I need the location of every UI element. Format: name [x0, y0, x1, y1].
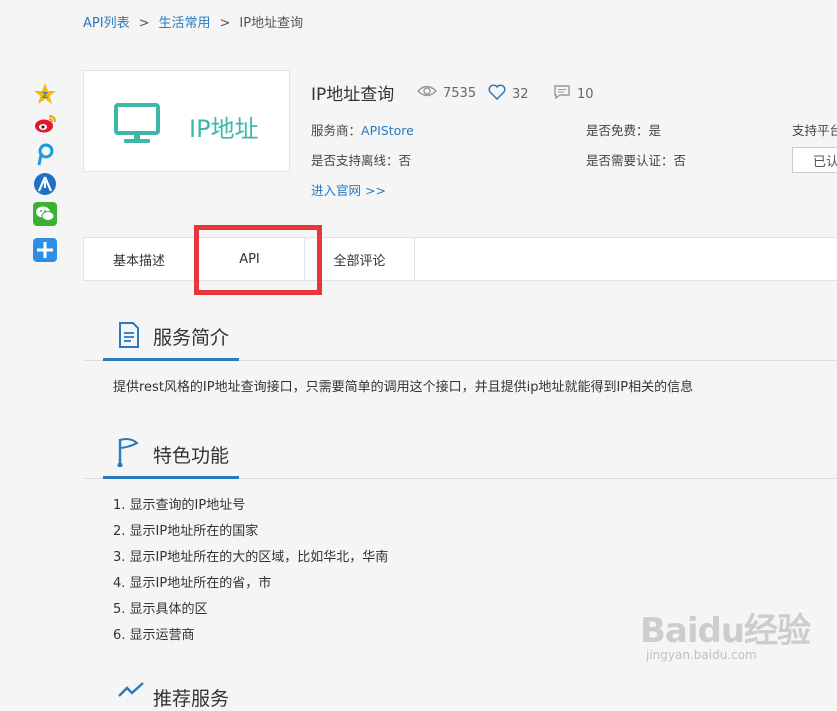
views-count: 7535	[443, 85, 477, 101]
watermark-main: Baidu经验	[640, 611, 811, 651]
baidu-watermark: Baidu经验 jingyan.baidu.com	[640, 603, 811, 662]
qzone-icon[interactable]: Z	[33, 82, 57, 106]
authorized-button[interactable]: 已认	[792, 147, 837, 173]
section-title-features: 特色功能	[153, 445, 230, 467]
intro-description: 提供rest风格的IP地址查询接口，只需要简单的调用这个接口，并且提供ip地址就…	[113, 380, 694, 395]
official-site-link[interactable]: 进入官网 >>	[311, 180, 386, 199]
likes-stat[interactable]: 32	[488, 84, 529, 104]
wechat-icon[interactable]	[33, 202, 57, 226]
free-info: 是否免费：是	[586, 120, 661, 139]
offline-value: 否	[398, 153, 412, 168]
provider-label: 服务商：	[311, 123, 362, 138]
comment-icon[interactable]	[553, 84, 571, 104]
highlight-annotation	[194, 225, 322, 295]
flag-icon	[117, 437, 143, 471]
feature-item: 4. 显示IP地址所在的省，市	[113, 576, 272, 591]
auth-label: 是否需要认证：	[586, 153, 674, 168]
weibo-icon[interactable]	[33, 112, 57, 136]
renren-icon[interactable]	[33, 172, 57, 196]
free-label: 是否免费：	[586, 123, 649, 138]
monitor-icon	[114, 103, 160, 149]
provider-info: 服务商：APIStore	[311, 120, 414, 139]
breadcrumb-api-list[interactable]: API列表	[83, 16, 130, 31]
auth-info: 是否需要认证：否	[586, 150, 686, 169]
breadcrumb-life[interactable]: 生活常用	[158, 16, 210, 31]
api-title: IP地址查询	[311, 85, 395, 105]
api-logo: IP地址	[83, 70, 290, 172]
comments-count: 10	[577, 86, 594, 102]
auth-value: 否	[673, 153, 687, 168]
feature-item: 6. 显示运营商	[113, 628, 195, 643]
document-icon	[117, 322, 141, 352]
section-underline	[103, 476, 239, 479]
heart-icon[interactable]	[488, 84, 506, 104]
breadcrumb: API列表 > 生活常用 > IP地址查询	[83, 12, 303, 31]
pengyou-icon[interactable]	[33, 142, 57, 166]
eye-icon	[417, 84, 437, 102]
offline-label: 是否支持离线：	[311, 153, 399, 168]
section-title-intro: 服务简介	[153, 327, 230, 349]
section-title-recommend: 推荐服务	[153, 688, 230, 710]
trend-icon	[117, 682, 145, 702]
breadcrumb-current: IP地址查询	[239, 16, 304, 31]
feature-item: 3. 显示IP地址所在的大的区域，比如华北，华南	[113, 550, 389, 565]
section-underline	[103, 358, 239, 361]
feature-item: 5. 显示具体的区	[113, 602, 208, 617]
breadcrumb-separator: >	[138, 16, 150, 31]
feature-item: 2. 显示IP地址所在的国家	[113, 524, 259, 539]
logo-text: IP地址	[189, 115, 259, 143]
platform-label: 支持平台	[792, 123, 837, 138]
free-value: 是	[648, 123, 662, 138]
tab-basic-description[interactable]: 基本描述	[84, 238, 195, 280]
svg-text:Z: Z	[42, 91, 48, 100]
provider-link[interactable]: APIStore	[361, 123, 414, 138]
comments-stat[interactable]: 10	[553, 84, 594, 104]
views-stat: 7535	[417, 84, 476, 102]
breadcrumb-separator: >	[219, 16, 231, 31]
plus-icon[interactable]	[33, 238, 57, 262]
offline-info: 是否支持离线：否	[311, 150, 411, 169]
likes-count: 32	[512, 86, 529, 102]
feature-item: 1. 显示查询的IP地址号	[113, 498, 246, 513]
